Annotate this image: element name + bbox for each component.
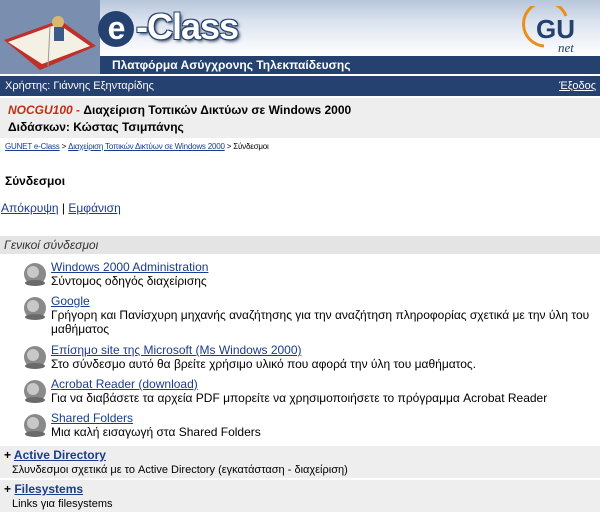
- globe-icon: [24, 380, 46, 403]
- category-active-directory[interactable]: Active Directory: [14, 448, 106, 462]
- current-user: Χρήστης: Γιάννης Εξηνταρίδης: [5, 80, 154, 92]
- breadcrumb-course[interactable]: Διαχείριση Τοπικών Δικτύων σε Windows 20…: [68, 142, 225, 151]
- category-filesystems[interactable]: Filesystems: [14, 482, 83, 496]
- logout-link[interactable]: Έξοδος: [559, 80, 596, 92]
- link-name[interactable]: Google: [51, 294, 90, 308]
- link-name[interactable]: Επίσημο site της Microsoft (Ms Windows 2…: [51, 343, 302, 357]
- course-title: NOCGU100 - Διαχείριση Τοπικών Δικτύων σε…: [8, 103, 352, 117]
- category-row: + Filesystems Links για filesystems: [0, 480, 600, 512]
- page-title: Σύνδεσμοι: [5, 174, 66, 188]
- link-description: Γρήγορη και Πανίσχυρη μηχανής αναζήτησης…: [51, 308, 590, 336]
- general-category-header: Γενικοί σύνδεσμοι: [0, 236, 600, 254]
- link-description: Για να διαβάσετε τα αρχεία PDF μπορείτε …: [51, 391, 548, 405]
- link-name[interactable]: Acrobat Reader (download): [51, 377, 198, 391]
- category-description: Σλυνδεσμοι σχετικά με το Active Director…: [12, 464, 348, 476]
- platform-subtitle: Πλατφόρμα Ασύγχρονης Τηλεκπαίδευσης: [112, 58, 351, 72]
- link-name[interactable]: Shared Folders: [51, 411, 133, 425]
- link-description: Μια καλή εισαγωγή στα Shared Folders: [51, 425, 261, 439]
- breadcrumb-home[interactable]: GUNET e-Class: [5, 142, 60, 151]
- course-header: NOCGU100 - Διαχείριση Τοπικών Δικτύων σε…: [0, 98, 600, 138]
- breadcrumb: GUNET e-Class > Διαχείριση Τοπικών Δικτύ…: [5, 142, 269, 151]
- expand-marker-icon: +: [4, 482, 15, 496]
- eclass-logo: e -Class: [98, 6, 239, 48]
- breadcrumb-current: Σύνδεσμοι: [233, 142, 269, 151]
- hide-all-link[interactable]: Απόκρυψη: [1, 201, 59, 215]
- globe-icon: [24, 346, 46, 369]
- globe-icon: [24, 263, 46, 286]
- link-description: Στο σύνδεσμο αυτό θα βρείτε χρήσιμο υλικ…: [51, 357, 477, 371]
- expand-marker-icon: +: [4, 448, 14, 462]
- visibility-toggles: Απόκρυψη | Εμφάνιση: [1, 201, 121, 215]
- gunet-logo-icon: GU net: [522, 6, 575, 54]
- globe-icon: [24, 297, 46, 320]
- course-teacher: Διδάσκων: Κώστας Τσιμπάνης: [8, 120, 184, 134]
- link-name[interactable]: Windows 2000 Administration: [51, 260, 208, 274]
- show-all-link[interactable]: Εμφάνιση: [68, 201, 120, 215]
- category-row: + Active Directory Σλυνδεσμοι σχετικά με…: [0, 446, 600, 478]
- category-description: Links για filesystems: [12, 498, 113, 510]
- svg-text:net: net: [558, 40, 574, 54]
- globe-icon: [24, 414, 46, 437]
- book-illustration-icon: [0, 0, 100, 74]
- user-bar: Χρήστης: Γιάννης Εξηνταρίδης Έξοδος: [0, 76, 600, 96]
- site-banner: e -Class Πλατφόρμα Ασύγχρονης Τηλεκπαίδευ…: [0, 0, 600, 74]
- link-description: Σύντομος οδηγός διαχείρισης: [51, 274, 207, 288]
- course-code: NOCGU100: [8, 103, 73, 117]
